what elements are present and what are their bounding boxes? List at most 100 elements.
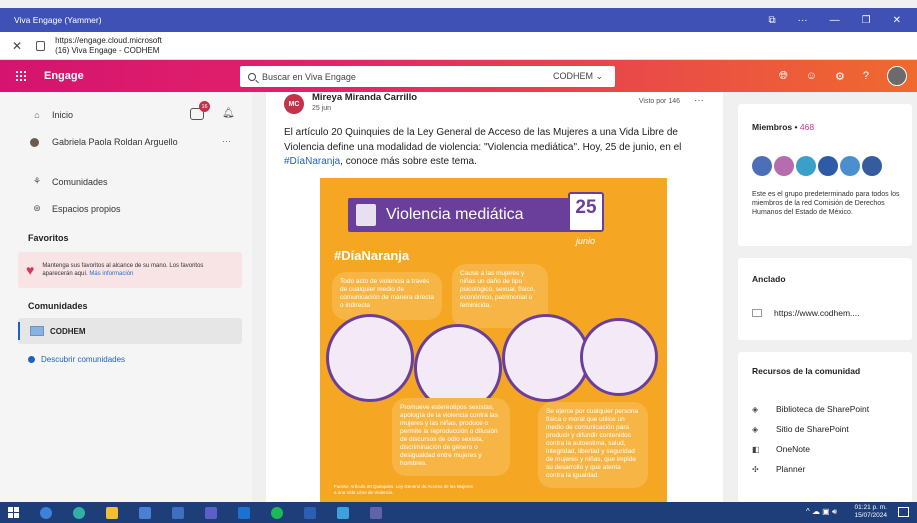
members-panel: Miembros • 468 Este es el grupo predeter… — [738, 104, 912, 246]
search-box[interactable]: Buscar en Viva Engage CODHEM ⌄ — [240, 66, 615, 87]
post-header: MC Mireya Miranda Carrillo 25 jun Visto … — [284, 92, 704, 120]
member-avatar[interactable] — [840, 156, 860, 176]
member-avatar[interactable] — [862, 156, 882, 176]
favorites-empty-state: ♥ Mantenga sus favoritos al alcance de s… — [18, 252, 242, 288]
calendar-icon: 25 — [568, 192, 604, 232]
bell-icon[interactable]: 🔔︎ — [222, 108, 235, 119]
search-scope-dropdown[interactable]: CODHEM ⌄ — [553, 71, 603, 82]
photos-icon[interactable] — [337, 506, 349, 519]
member-avatar[interactable] — [796, 156, 816, 176]
onenote-icon: ◧ — [752, 444, 760, 454]
clock-date: 15/07/2024 — [854, 512, 887, 519]
nav-communities[interactable]: ⚘ Comunidades — [30, 176, 108, 187]
file-explorer-icon[interactable] — [106, 506, 118, 519]
globe-icon[interactable]: 🌐︎ — [779, 70, 788, 83]
post-date[interactable]: 25 jun — [312, 105, 331, 112]
member-avatar[interactable] — [774, 156, 794, 176]
edge-icon[interactable] — [73, 506, 85, 519]
discover-communities-link[interactable]: Descubrir comunidades — [28, 355, 125, 364]
close-window-icon[interactable]: ✕ — [893, 15, 901, 26]
resource-sharepoint-library[interactable]: ◈ Biblioteca de SharePoint — [752, 404, 869, 414]
help-icon[interactable]: ? — [863, 70, 869, 82]
search-scope-label: CODHEM — [552, 71, 593, 81]
planner-icon: ✣ — [752, 464, 759, 474]
window-controls: ⧉ ··· — ❐ ✕ — [769, 15, 917, 26]
illustration-circle-4 — [580, 318, 658, 396]
post-more-icon[interactable]: ··· — [694, 95, 704, 106]
close-icon[interactable]: ✕ — [12, 39, 22, 53]
post-body: El artículo 20 Quinquies de la Ley Gener… — [284, 126, 714, 170]
calendar-month: junio — [576, 236, 596, 246]
teams-icon[interactable] — [205, 506, 217, 519]
post-text-start: El artículo 20 Quinquies de la Ley Gener… — [284, 127, 682, 153]
restore-icon[interactable]: ❐ — [862, 15, 871, 26]
illustration-circle-3 — [502, 314, 590, 402]
favorites-more-link[interactable]: Más información — [89, 271, 133, 277]
member-avatar[interactable] — [818, 156, 838, 176]
teams-classic-icon[interactable] — [370, 506, 382, 519]
search-taskbar-icon[interactable] — [40, 506, 52, 519]
spaces-icon: ⊛ — [33, 203, 41, 213]
post-views[interactable]: Visto por 146 — [639, 98, 680, 105]
word-icon[interactable] — [304, 506, 316, 519]
more-options-icon[interactable]: ··· — [798, 15, 808, 26]
resource-label: Planner — [776, 464, 806, 474]
community-name: CODHEM — [50, 326, 86, 336]
document-icon — [356, 204, 376, 226]
resource-planner[interactable]: ✣ Planner — [752, 464, 805, 474]
page-title-text: (16) Viva Engage - CODHEM — [55, 45, 160, 55]
favorites-heading: Favoritos — [28, 233, 69, 243]
user-avatar — [30, 137, 39, 147]
app-launcher-icon[interactable] — [16, 71, 26, 81]
profile-avatar[interactable] — [887, 66, 907, 86]
clock[interactable]: 01:21 p. m. 15/07/2024 — [854, 504, 887, 520]
illustration-circle-1 — [326, 314, 414, 402]
resource-sharepoint-site[interactable]: ◈ Sitio de SharePoint — [752, 424, 849, 434]
pinned-link[interactable]: https://www.codhem.... — [752, 308, 860, 318]
post-text-end: , conoce más sobre este tema. — [340, 156, 477, 167]
browser-title-bar: Viva Engage (Yammer) ⧉ ··· — ❐ ✕ — [0, 8, 917, 32]
viva-engage-taskbar-icon[interactable] — [172, 506, 184, 519]
pinned-panel: Anclado https://www.codhem.... — [738, 258, 912, 340]
app-brand[interactable]: Engage — [44, 70, 84, 82]
app-bar-actions: 🌐︎ ☺ ⚙ ? — [779, 60, 917, 92]
notifications-button[interactable]: 16 — [190, 101, 210, 120]
nav-own-spaces[interactable]: ⊛ Espacios propios — [30, 203, 120, 214]
outlook-icon[interactable] — [238, 506, 250, 519]
resource-onenote[interactable]: ◧ OneNote — [752, 444, 810, 454]
post-author[interactable]: Mireya Miranda Carrillo — [312, 92, 417, 103]
community-item-codhem[interactable]: CODHEM — [18, 318, 242, 344]
user-more-icon[interactable]: ··· — [222, 136, 231, 146]
heart-icon: ♥ — [26, 262, 35, 278]
clock-time: 01:21 p. m. — [854, 504, 887, 511]
start-button-icon[interactable] — [8, 507, 19, 518]
left-sidebar: ⌂ Inicio 16 🔔︎ Gabriela Paola Roldan Arg… — [0, 92, 252, 502]
notification-center-icon[interactable] — [898, 507, 909, 517]
tab-actions-icon[interactable]: ⧉ — [769, 15, 776, 26]
url-display[interactable]: https://engage.cloud.microsoft (16) Viva… — [55, 36, 162, 56]
minimize-icon[interactable]: — — [830, 15, 840, 26]
members-heading[interactable]: Miembros • 468 — [752, 122, 814, 132]
spotify-icon[interactable] — [271, 506, 283, 519]
window-title: Viva Engage (Yammer) — [14, 15, 102, 25]
home-icon: ⌂ — [34, 110, 40, 120]
system-tray-icons[interactable]: ^ ☁ ▣ 🔊︎ — [806, 507, 837, 517]
member-avatar[interactable] — [752, 156, 772, 176]
infographic-title: Violencia mediática — [386, 206, 524, 223]
lock-icon[interactable] — [36, 40, 46, 51]
selected-indicator — [18, 322, 20, 340]
discover-icon — [28, 356, 35, 363]
nav-home[interactable]: ⌂ Inicio — [30, 110, 73, 120]
store-icon[interactable] — [139, 506, 151, 519]
windows-taskbar: ^ ☁ ▣ 🔊︎ 01:21 p. m. 15/07/2024 — [0, 502, 917, 523]
engage-app-bar: Engage Buscar en Viva Engage CODHEM ⌄ 🌐︎… — [0, 60, 917, 92]
post-hashtag[interactable]: #DíaNaranja — [284, 156, 340, 167]
infographic-source: Fuente: Artículo 20 Quinquies. Ley Gener… — [334, 484, 473, 495]
emoji-icon[interactable]: ☺ — [806, 70, 817, 82]
author-avatar[interactable]: MC — [284, 94, 304, 114]
resource-label: OneNote — [776, 444, 811, 454]
infographic-image[interactable]: Violencia mediática 25 junio #DíaNaranja… — [320, 178, 667, 502]
nav-user-profile[interactable]: Gabriela Paola Roldan Arguello — [30, 137, 178, 147]
settings-icon[interactable]: ⚙ — [835, 70, 845, 83]
post-card: MC Mireya Miranda Carrillo 25 jun Visto … — [266, 92, 723, 502]
